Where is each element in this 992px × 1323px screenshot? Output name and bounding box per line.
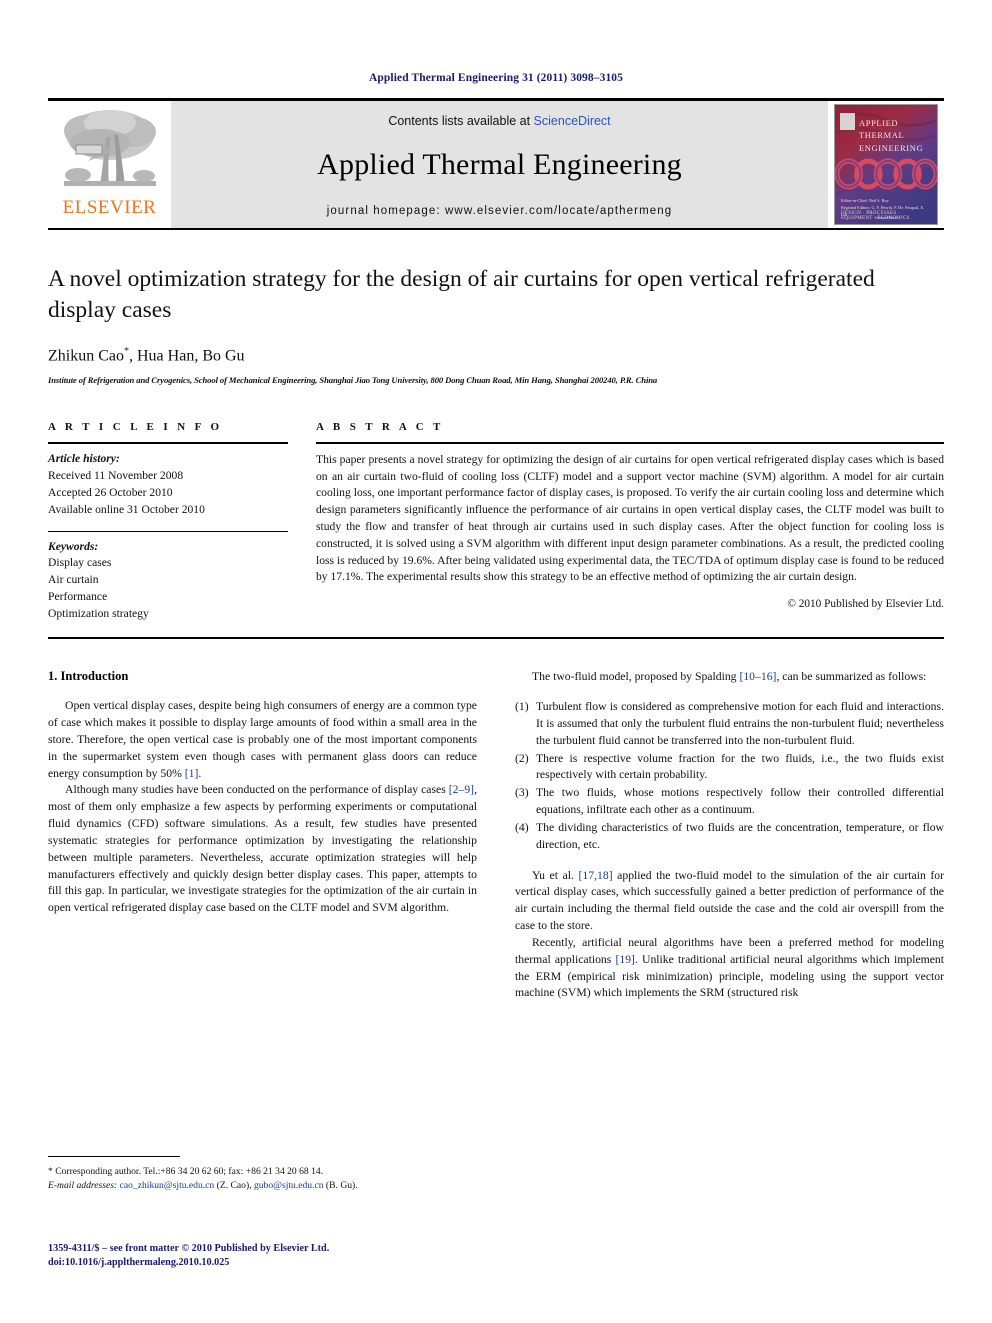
cover-editor-line1: Editor-in-Chief: Neil S. Roy [841, 198, 889, 203]
list-marker: (2) [515, 751, 529, 765]
cover-title-line2: THERMAL [859, 130, 905, 141]
affiliation: Institute of Refrigeration and Cryogenic… [48, 374, 658, 385]
cover-title-line1: APPLIED [859, 118, 899, 128]
body-columns: 1. Introduction Open vertical display ca… [48, 669, 944, 1002]
list-item-text: The dividing characteristics of two flui… [536, 820, 944, 851]
doi[interactable]: doi:10.1016/j.applthermaleng.2010.10.025 [48, 1256, 329, 1270]
cover-title: APPLIED THERMAL ENGINEERING [859, 117, 933, 154]
history-accepted: Accepted 26 October 2010 [48, 485, 173, 499]
journal-name: Applied Thermal Engineering [317, 148, 682, 181]
paragraph-tail: , most of them only emphasize a few aspe… [48, 783, 477, 915]
paragraph-tail: . [198, 766, 202, 780]
journal-cover-thumbnail[interactable]: APPLIED THERMAL ENGINEERING Editor-in-Ch… [834, 104, 938, 225]
article-info-column: A R T I C L E I N F O Article history: R… [48, 421, 288, 623]
article-history-label: Article history: [48, 451, 120, 465]
keywords-rule [48, 530, 288, 532]
issn-front-matter: 1359-4311/$ – see front matter © 2010 Pu… [48, 1243, 330, 1254]
paragraph: Recently, artificial neural algorithms h… [515, 935, 944, 1002]
sciencedirect-link[interactable]: ScienceDirect [534, 114, 611, 128]
journal-homepage-link[interactable]: journal homepage: www.elsevier.com/locat… [327, 205, 673, 217]
keyword-item: Air curtain [48, 573, 99, 587]
cover-elsevier-mark-icon [840, 113, 855, 130]
cover-rings-graphic [835, 158, 937, 190]
masthead-center: Contents lists available at ScienceDirec… [171, 101, 828, 228]
footnote-rule [48, 1156, 180, 1157]
email-link-1[interactable]: cao_zhikun@sjtu.edu.cn [120, 1180, 215, 1191]
paragraph: Open vertical display cases, despite bei… [48, 698, 477, 782]
email-note: E-mail addresses: cao_zhikun@sjtu.edu.cn… [48, 1179, 456, 1193]
abstract-bottom-rule [48, 637, 944, 640]
paragraph-text: Open vertical display cases, despite bei… [48, 699, 477, 780]
citation-link[interactable]: [17,18] [579, 869, 613, 882]
email-owner-1: (Z. Cao), [214, 1179, 254, 1191]
journal-article-page: Applied Thermal Engineering 31 (2011) 30… [0, 0, 992, 1323]
list-marker: (1) [515, 699, 529, 713]
article-history: Article history: Received 11 November 20… [48, 451, 288, 519]
colophon: 1359-4311/$ – see front matter © 2010 Pu… [48, 1242, 329, 1271]
body-column-left: 1. Introduction Open vertical display ca… [48, 669, 477, 1002]
page-title: A novel optimization strategy for the de… [48, 266, 875, 324]
paragraph: Yu et al. [17,18] applied the two-fluid … [515, 868, 944, 935]
info-abstract-region: A R T I C L E I N F O Article history: R… [48, 421, 944, 623]
list-item: (1) Turbulent flow is considered as compr… [515, 699, 944, 750]
section-title-introduction: 1. Introduction [48, 669, 129, 684]
list-item-text: There is respective volume fraction for … [536, 751, 944, 782]
paragraph-tail: , can be summarized as follows: [776, 670, 927, 684]
email-owner-2: (B. Gu). [323, 1179, 358, 1191]
keywords-label: Keywords: [48, 539, 99, 553]
body-column-right: The two-fluid model, proposed by Spaldin… [515, 669, 944, 1002]
two-fluid-model-list: (1) Turbulent flow is considered as compr… [515, 699, 944, 854]
list-item: (2) There is respective volume fraction f… [515, 751, 944, 785]
abstract-column: A B S T R A C T This paper presents a no… [316, 421, 944, 623]
email-label: E-mail addresses: [48, 1179, 118, 1191]
citation-link[interactable]: [19] [615, 953, 634, 966]
history-online: Available online 31 October 2010 [48, 502, 205, 516]
corresponding-author-note: * Corresponding author. Tel.:+86 34 20 6… [48, 1166, 324, 1177]
history-received: Received 11 November 2008 [48, 468, 184, 482]
abstract-rule [316, 441, 944, 444]
keywords-block: Keywords: Display cases Air curtain Perf… [48, 539, 288, 624]
elsevier-logo: ELSEVIER [48, 101, 171, 228]
contents-prefix: Contents lists available at [388, 114, 534, 128]
authors-remaining: , Hua Han, Bo Gu [129, 346, 245, 364]
keyword-item: Display cases [48, 556, 112, 570]
title-block: A novel optimization strategy for the de… [48, 264, 944, 385]
abstract-copyright: © 2010 Published by Elsevier Ltd. [787, 598, 944, 611]
keyword-item: Optimization strategy [48, 607, 149, 621]
abstract-heading: A B S T R A C T [316, 420, 444, 433]
list-item: (3) The two fluids, whose motions respect… [515, 785, 944, 819]
list-marker: (4) [515, 820, 529, 834]
cover-footer: ScienceDirect [874, 215, 898, 220]
running-head: Applied Thermal Engineering 31 (2011) 30… [369, 72, 623, 84]
list-marker: (3) [515, 786, 529, 800]
citation-link[interactable]: [10–16] [739, 670, 776, 683]
article-info-heading: A R T I C L E I N F O [48, 420, 223, 433]
elsevier-wordmark: ELSEVIER [62, 197, 157, 218]
citation-link[interactable]: [2–9] [449, 783, 474, 796]
paragraph-text: Although many studies have been conducte… [65, 783, 449, 797]
cover-title-line3: ENGINEERING [859, 142, 924, 153]
keyword-item: Performance [48, 590, 108, 604]
footnote-block: * Corresponding author. Tel.:+86 34 20 6… [48, 1156, 456, 1192]
author-list: Zhikun Cao*, Hua Han, Bo Gu [48, 346, 944, 365]
author-first: Zhikun Cao [48, 346, 124, 364]
elsevier-tree-icon [63, 110, 156, 186]
list-item-text: The two fluids, whose motions respective… [536, 786, 944, 817]
abstract-text: This paper presents a novel strategy for… [316, 452, 944, 584]
list-item: (4) The dividing characteristics of two f… [515, 820, 944, 854]
list-item-text: Turbulent flow is considered as comprehe… [536, 699, 944, 747]
contents-available-line: Contents lists available at ScienceDirec… [388, 114, 610, 128]
article-info-rule [48, 441, 288, 444]
journal-masthead: ELSEVIER Contents lists available at Sci… [48, 98, 944, 230]
paragraph: Although many studies have been conducte… [48, 782, 477, 917]
email-link-2[interactable]: gubo@sjtu.edu.cn [254, 1180, 324, 1191]
paragraph-text: The two-fluid model, proposed by Spaldin… [532, 670, 740, 684]
paragraph-text: Yu et al. [532, 868, 579, 882]
paragraph: The two-fluid model, proposed by Spaldin… [515, 669, 944, 686]
citation-link[interactable]: [1] [185, 767, 199, 780]
